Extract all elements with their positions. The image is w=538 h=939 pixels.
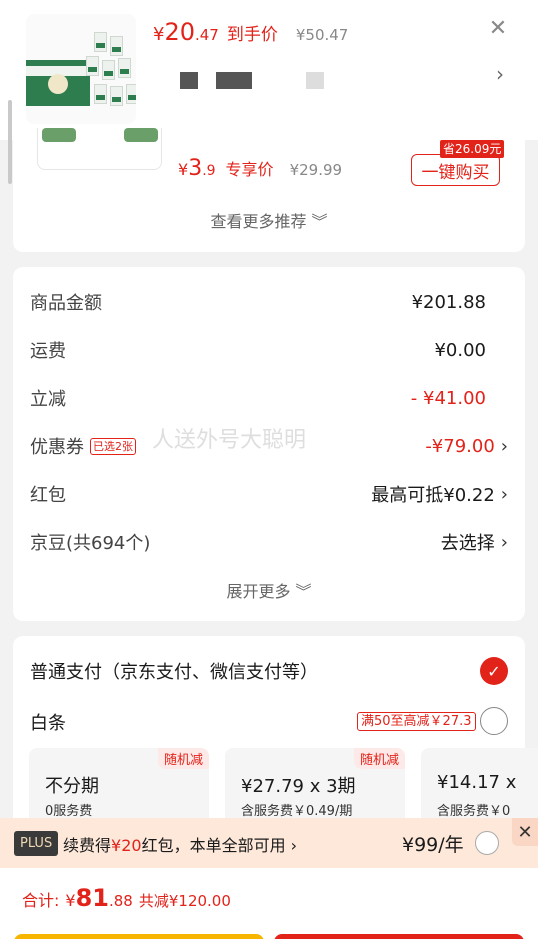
- chevron-right-icon[interactable]: ›: [496, 62, 504, 86]
- total-label: 合计:: [22, 891, 60, 910]
- chevron-right-icon: ›: [500, 435, 508, 457]
- sku-redacted: [216, 72, 252, 89]
- installment-plan[interactable]: 随机减 ¥27.79 x 3期 含服务费￥0.49/期: [225, 748, 405, 828]
- plan-title: ¥14.17 x: [437, 772, 517, 793]
- plus-promo-text[interactable]: 续费得¥20红包，本单全部可用 ›: [63, 832, 297, 856]
- plan-title: 不分期: [45, 776, 99, 797]
- normal-payment-label[interactable]: 普通支付（京东支付、微信支付等）: [30, 658, 318, 684]
- total-integer: 81: [75, 884, 109, 912]
- currency-symbol: ¥: [153, 24, 165, 45]
- plus-text-pre: 续费得: [63, 836, 112, 855]
- price-decimal: .47: [195, 26, 219, 44]
- plus-text-amount: ¥20: [111, 836, 142, 855]
- chevron-down-icon: ︾: [311, 212, 328, 231]
- recommend-thumbnail[interactable]: [37, 128, 162, 170]
- more-recommend-link[interactable]: 查看更多推荐 ︾: [0, 208, 538, 232]
- plus-price: ¥99/年: [402, 834, 464, 856]
- total-saved: 共减¥120.00: [138, 892, 231, 910]
- redpacket-value: 最高可抵¥0.22: [371, 485, 495, 506]
- discount-label: 立减: [30, 389, 66, 410]
- save-badge: 省26.09元: [440, 140, 505, 158]
- random-discount-badge: 随机减: [157, 748, 209, 769]
- product-price-row: ¥ 20 .47 到手价 ¥50.47: [153, 18, 348, 46]
- submit-order-button[interactable]: [274, 934, 524, 939]
- recommend-price-int: 3: [188, 156, 203, 181]
- jingdou-value: 去选择: [440, 533, 495, 554]
- secondary-action-button[interactable]: [14, 934, 264, 939]
- original-price: ¥50.47: [295, 26, 349, 44]
- expand-more-link[interactable]: 展开更多 ︾: [0, 578, 538, 602]
- jingdou-row[interactable]: 京豆(共694个) 去选择 ›: [30, 527, 508, 557]
- goods-amount-label: 商品金额: [30, 293, 102, 314]
- sku-redacted: [306, 72, 324, 89]
- baitiao-label[interactable]: 白条: [30, 709, 66, 735]
- plan-fee: 0服务费: [45, 804, 93, 819]
- installment-plan[interactable]: ¥14.17 x 含服务费￥0: [421, 748, 538, 828]
- recommend-original-price: ¥29.99: [289, 161, 343, 179]
- expand-more-label: 展开更多: [226, 582, 291, 601]
- plan-fee: 含服务费￥0: [437, 804, 511, 819]
- scroll-indicator[interactable]: [8, 100, 12, 184]
- chevron-right-icon: ›: [500, 483, 508, 505]
- shipping-value: ¥0.00: [434, 339, 486, 361]
- coupon-value: -¥79.00: [425, 435, 495, 457]
- recommend-price-dec: .9: [202, 163, 216, 179]
- more-recommend-label: 查看更多推荐: [210, 212, 307, 231]
- watermark: 人送外号大聪明: [152, 428, 307, 453]
- close-icon[interactable]: ✕: [486, 16, 510, 41]
- random-discount-badge: 随机减: [353, 748, 405, 769]
- one-click-buy-button[interactable]: 一键购买: [411, 154, 500, 186]
- goods-amount-value: ¥201.88: [411, 291, 486, 313]
- recommend-price-row: ¥ 3 .9 专享价 ¥29.99: [178, 156, 342, 181]
- installment-plan[interactable]: 随机减 不分期 0服务费: [29, 748, 209, 828]
- redpacket-row[interactable]: 红包 最高可抵¥0.22 ›: [30, 479, 508, 509]
- chevron-down-icon: ︾: [295, 582, 312, 601]
- chevron-right-icon: ›: [500, 531, 508, 553]
- coupon-value-wrap: -¥79.00 ›: [425, 436, 508, 457]
- close-icon[interactable]: ✕: [512, 818, 538, 846]
- plus-text-post: 红包，本单全部可用: [141, 836, 286, 855]
- price-tag: 到手价: [226, 25, 278, 45]
- jingdou-value-wrap: 去选择 ›: [441, 529, 508, 555]
- goods-amount-row: 商品金额 ¥201.88: [30, 287, 508, 317]
- currency-symbol: ¥: [65, 891, 76, 910]
- shipping-row: 运费 ¥0.00: [30, 335, 508, 365]
- shipping-label: 运费: [30, 341, 66, 362]
- check-icon[interactable]: ✓: [480, 657, 508, 685]
- price-integer: 20: [164, 18, 195, 46]
- plan-fee: 含服务费￥0.49/期: [241, 804, 353, 819]
- coupon-selected-tag: 已选2张: [90, 437, 136, 455]
- sku-redacted: [180, 72, 198, 89]
- recommend-image: [42, 128, 158, 142]
- redpacket-value-wrap: 最高可抵¥0.22 ›: [371, 481, 508, 507]
- discount-value: - ¥41.00: [410, 387, 486, 409]
- total-decimal: .88: [109, 892, 133, 910]
- baitiao-radio[interactable]: [480, 707, 508, 735]
- plus-radio[interactable]: [475, 831, 499, 855]
- coupon-label: 优惠券: [30, 437, 84, 458]
- currency-symbol: ¥: [178, 160, 189, 179]
- plus-logo: PLUS: [14, 831, 59, 856]
- recommend-price-tag: 专享价: [225, 160, 274, 179]
- jingdou-label: 京豆(共694个): [30, 533, 151, 554]
- total-row: 合计: ¥ 81 .88 共减¥120.00: [22, 884, 231, 912]
- redpacket-label: 红包: [30, 485, 66, 506]
- product-thumbnail[interactable]: [26, 14, 136, 124]
- baitiao-promo-tag: 满50至高减￥27.3: [357, 712, 476, 731]
- discount-row: 立减 - ¥41.00: [30, 383, 508, 413]
- plan-title: ¥27.79 x 3期: [241, 776, 356, 797]
- chevron-right-icon: ›: [285, 836, 298, 855]
